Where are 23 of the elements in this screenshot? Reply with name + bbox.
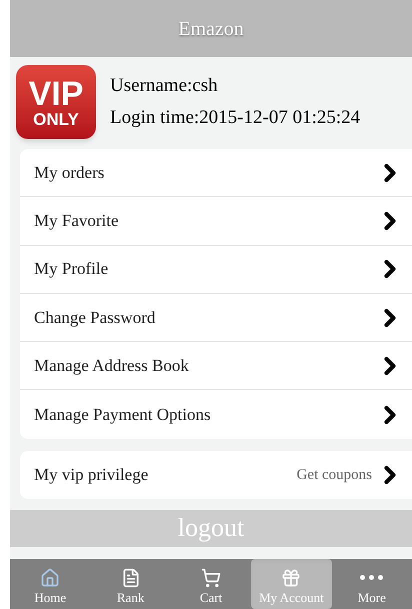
- menu-item[interactable]: Change Password: [20, 294, 412, 342]
- document-icon: [120, 568, 141, 588]
- tab-item[interactable]: Home: [10, 559, 90, 609]
- tab-item[interactable]: Cart: [170, 559, 252, 609]
- vip-privilege-label: My vip privilege: [34, 464, 150, 486]
- tab-item[interactable]: More: [332, 559, 412, 609]
- app-title: Emazon: [178, 16, 244, 42]
- more-icon: [360, 574, 384, 580]
- menu-item[interactable]: My Profile: [20, 246, 412, 294]
- home-icon: [40, 568, 60, 588]
- coupons-text: Get coupons: [296, 466, 372, 485]
- cart-icon: [201, 568, 222, 588]
- badge-text: ONLY: [33, 110, 79, 128]
- menu-item[interactable]: Manage Payment Options: [20, 390, 412, 439]
- tab-item[interactable]: Rank: [90, 559, 171, 609]
- vip-privilege-row[interactable]: My vip privilege Get coupons: [20, 450, 412, 499]
- menu-item[interactable]: My Favorite: [20, 197, 412, 246]
- login-time-text: Login time:2015-12-07 01:25:24: [110, 106, 360, 130]
- gift-icon: [281, 568, 302, 588]
- username-text: Username:csh: [110, 74, 219, 98]
- badge-text: VIP: [28, 76, 84, 110]
- menu-item[interactable]: My orders: [20, 149, 412, 198]
- menu-item[interactable]: Manage Address Book: [20, 342, 412, 390]
